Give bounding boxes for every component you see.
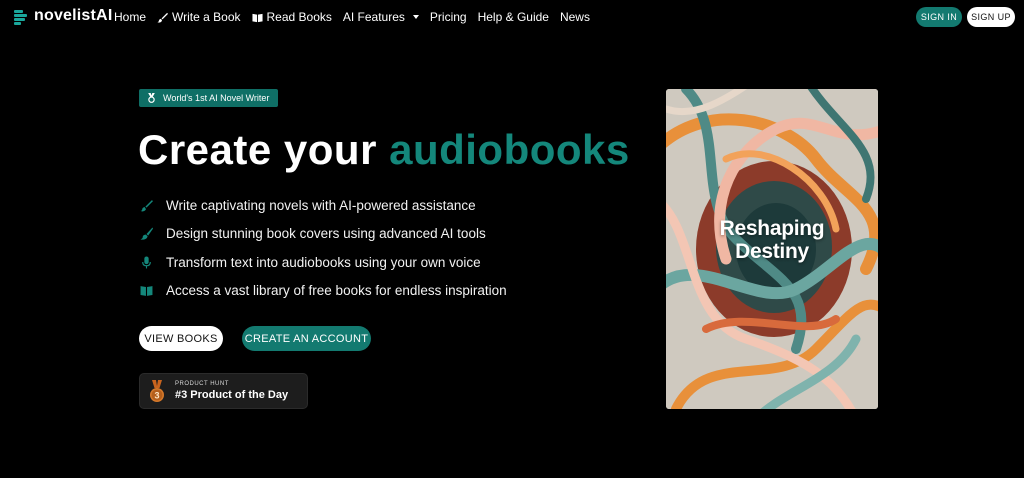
feature-text: Design stunning book covers using advanc… [166, 226, 486, 242]
open-book-icon [251, 13, 263, 22]
book-cover-title-line2: Destiny [735, 240, 809, 263]
top-navbar: novelistAI Home Write a Book Read Books … [0, 0, 1024, 34]
logo-icon [14, 8, 29, 25]
nav-read-books[interactable]: Read Books [251, 10, 332, 24]
brand-name: novelistAI [34, 7, 113, 24]
nav-home-label: Home [114, 10, 147, 24]
hero-title-accent: audiobooks [389, 126, 630, 173]
nav-home[interactable]: Home [114, 10, 146, 24]
nav-pricing[interactable]: Pricing [430, 10, 467, 24]
microphone-icon [139, 255, 153, 269]
nav-news-label: News [559, 10, 590, 24]
brush-icon [157, 12, 169, 23]
nav-news[interactable]: News [560, 10, 590, 24]
brand-logo[interactable]: novelistAI [14, 7, 112, 25]
nav-help-guide[interactable]: Help & Guide [478, 10, 549, 24]
product-hunt-kicker: PRODUCT HUNT [175, 381, 229, 387]
medal-icon [148, 93, 155, 103]
hero-badge: World's 1st AI Novel Writer [139, 89, 279, 107]
hero-title-prefix: Create your [138, 126, 390, 173]
nav-write-a-book[interactable]: Write a Book [157, 10, 241, 24]
chevron-down-icon [412, 15, 419, 19]
product-hunt-title: #3 Product of the Day [175, 389, 289, 401]
feature-item: Write captivating novels with AI-powered… [139, 191, 507, 220]
nav-ai-features[interactable]: AI Features [343, 10, 419, 24]
view-books-button[interactable]: VIEW BOOKS [139, 326, 223, 351]
product-hunt-badge[interactable]: 3 PRODUCT HUNT #3 Product of the Day [139, 373, 308, 409]
hero-badge-label: World's 1st AI Novel Writer [163, 93, 270, 103]
feature-item: Design stunning book covers using advanc… [139, 220, 507, 249]
nav-help-guide-label: Help & Guide [477, 10, 549, 24]
product-hunt-rank: 3 [154, 391, 159, 401]
nav-write-a-book-label: Write a Book [172, 10, 241, 24]
feature-item: Access a vast library of free books for … [139, 277, 507, 306]
feature-list: Write captivating novels with AI-powered… [139, 191, 507, 305]
sign-up-button[interactable]: SIGN UP [967, 7, 1015, 27]
feature-text: Write captivating novels with AI-powered… [166, 197, 476, 213]
nav-read-books-label: Read Books [266, 10, 332, 24]
create-account-button[interactable]: CREATE AN ACCOUNT [242, 326, 371, 351]
nav-links: Home Write a Book Read Books AI Features… [114, 10, 601, 24]
open-book-icon [139, 284, 153, 298]
brush-icon [139, 198, 153, 212]
sign-in-button[interactable]: SIGN IN [916, 7, 962, 27]
nav-pricing-label: Pricing [429, 10, 467, 24]
medal-icon: 3 [150, 380, 164, 402]
paintbrush-icon [139, 227, 153, 241]
hero-title: Create your audiobooks [138, 124, 630, 176]
nav-ai-features-label: AI Features [342, 10, 405, 24]
book-cover-title: Reshaping Destiny [666, 217, 878, 263]
feature-text: Transform text into audiobooks using you… [166, 254, 481, 270]
feature-text: Access a vast library of free books for … [166, 283, 507, 299]
book-cover-title-line1: Reshaping [719, 217, 825, 240]
book-cover[interactable]: Reshaping Destiny [666, 89, 878, 409]
feature-item: Transform text into audiobooks using you… [139, 248, 507, 277]
